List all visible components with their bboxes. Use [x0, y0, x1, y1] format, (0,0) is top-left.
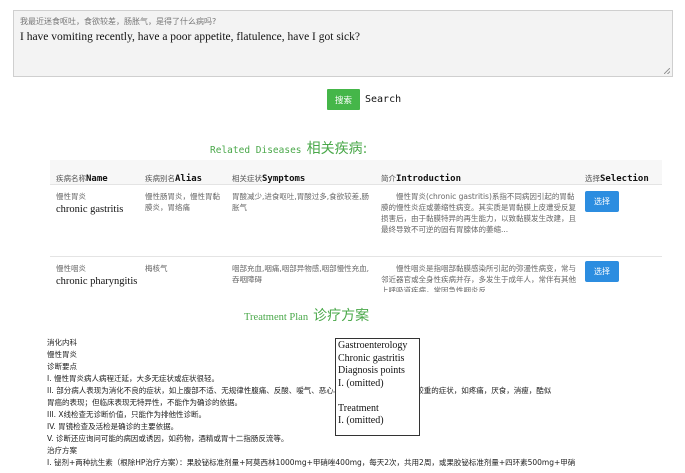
header-intro-en: Introduction: [396, 174, 462, 184]
header-name-zh: 疾病名称: [56, 174, 86, 183]
search-button[interactable]: 搜索: [327, 89, 360, 110]
query-text-zh: 我最近迷食呕吐，食欲较差，肠胀气，是得了什么病吗?: [20, 17, 217, 26]
related-title-zh: 相关疾病:: [306, 141, 368, 157]
translation-line: [338, 390, 417, 403]
disease-name-en: chronic pharyngitis: [56, 276, 138, 287]
plan-line: 消化内科: [47, 338, 77, 347]
header-selection-en: Selection: [600, 174, 649, 184]
disease-name-zh: 慢性咽炎: [56, 264, 86, 273]
plan-line: I. 慢性胃炎病人病程迁延，大多无症状或症状很轻。: [47, 374, 219, 383]
translation-line: I. (omitted): [338, 415, 384, 426]
related-diseases-table: 疾病名称Name 疾病别名Alias 相关症状Symptoms 简介Introd…: [50, 160, 662, 292]
plan-line: III. X线检查无诊断价值，只能作为排他性诊断。: [47, 410, 207, 419]
translation-line: Diagnosis points: [338, 365, 405, 376]
disease-name-en: chronic gastritis: [56, 204, 124, 215]
plan-line: 慢性胃炎: [47, 350, 77, 359]
alias-cell: 慢性肠胃炎，慢性胃黏膜炎，胃络痛: [145, 192, 220, 212]
query-text-en: I have vomiting recently, have a poor ap…: [20, 31, 360, 43]
select-button[interactable]: 选择: [585, 261, 619, 282]
header-symptoms-zh: 相关症状: [232, 174, 262, 183]
header-alias-en: Alias: [175, 174, 203, 184]
plan-line: V. 诊断还应询问可能的病因或诱因，如药物，酒精或胃十二指肠反流等。: [47, 434, 289, 443]
plan-line: 胃癌的表现；但临床表现无特异性，不能作为确诊的依据。: [47, 398, 242, 407]
query-textarea[interactable]: 我最近迷食呕吐，食欲较差，肠胀气，是得了什么病吗? I have vomitin…: [13, 10, 673, 77]
header-symptoms-en: Symptoms: [262, 174, 306, 184]
header-alias-zh: 疾病别名: [145, 174, 175, 183]
translation-line: I. (omitted): [338, 377, 384, 389]
table-row: 慢性咽炎 chronic pharyngitis 梅核气 咽部充血,咽痛,咽部异…: [50, 256, 662, 292]
table-row: 慢性胃炎 chronic gastritis 慢性肠胃炎，慢性胃黏膜炎，胃络痛 …: [50, 184, 662, 257]
plan-line: 诊断要点: [47, 362, 77, 371]
disease-name-cell: 慢性咽炎 chronic pharyngitis: [56, 263, 141, 287]
translation-line: Treatment: [338, 402, 379, 414]
treatment-plan-title: Treatment Plan 诊疗方案: [244, 305, 369, 325]
translation-tooltip: Gastroenterology Chronic gastritis Diagn…: [335, 338, 420, 436]
header-alias: 疾病别名Alias: [145, 166, 202, 185]
related-diseases-title: Related Diseases 相关疾病:: [210, 138, 367, 158]
disease-name-cell: 慢性胃炎 chronic gastritis: [56, 191, 141, 215]
table-header: 疾病名称Name 疾病别名Alias 相关症状Symptoms 简介Introd…: [50, 160, 662, 184]
plan-line: II. 部分病人表现为消化不良的症状，如上腹部不适、无规律性腹痛、反酸、嗳气、恶…: [47, 386, 552, 395]
header-symptoms: 相关症状Symptoms: [232, 166, 305, 185]
select-button[interactable]: 选择: [585, 191, 619, 212]
symptoms-cell: 胃酸减少,进食呕吐,胃酸过多,食欲较差,肠胀气: [232, 192, 370, 212]
search-label: Search: [365, 94, 402, 105]
header-intro-zh: 简介: [381, 174, 396, 183]
header-name: 疾病名称Name: [56, 166, 108, 185]
treatment-title-en: Treatment Plan: [244, 312, 309, 323]
header-selection: 选择Selection: [585, 166, 649, 185]
symptoms-cell: 咽部充血,咽痛,咽部异物感,咽部慢性充血,吞咽障碍: [232, 264, 370, 284]
header-selection-zh: 选择: [585, 174, 600, 183]
related-title-en: Related Diseases: [210, 145, 302, 156]
disease-name-zh: 慢性胃炎: [56, 192, 86, 201]
header-name-en: Name: [86, 174, 108, 184]
plan-line: 治疗方案: [47, 446, 77, 455]
search-row: 搜索 Search: [327, 89, 401, 110]
translation-line: Gastroenterology: [338, 340, 408, 351]
intro-cell: 慢性胃炎(chronic gastritis)系指不同病因引起的胃黏膜的慢性炎症…: [381, 192, 576, 234]
treatment-title-zh: 诊疗方案: [313, 308, 370, 324]
resize-handle-icon[interactable]: [664, 68, 670, 74]
plan-line: I. 铋剂+两种抗生素（根除HP治疗方案）：果胶铋标准剂量+阿莫西林1000mg…: [47, 458, 576, 467]
intro-cell: 慢性咽炎是指咽部黏膜感染所引起的弥漫性病变，常与邻近器官或全身性疾病并存，多发生…: [381, 264, 576, 292]
translation-line: Chronic gastritis: [338, 352, 405, 364]
alias-cell: 梅核气: [145, 264, 168, 273]
header-intro: 简介Introduction: [381, 166, 461, 185]
plan-line: IV. 胃镜检查及活检是确诊的主要依据。: [47, 422, 179, 431]
